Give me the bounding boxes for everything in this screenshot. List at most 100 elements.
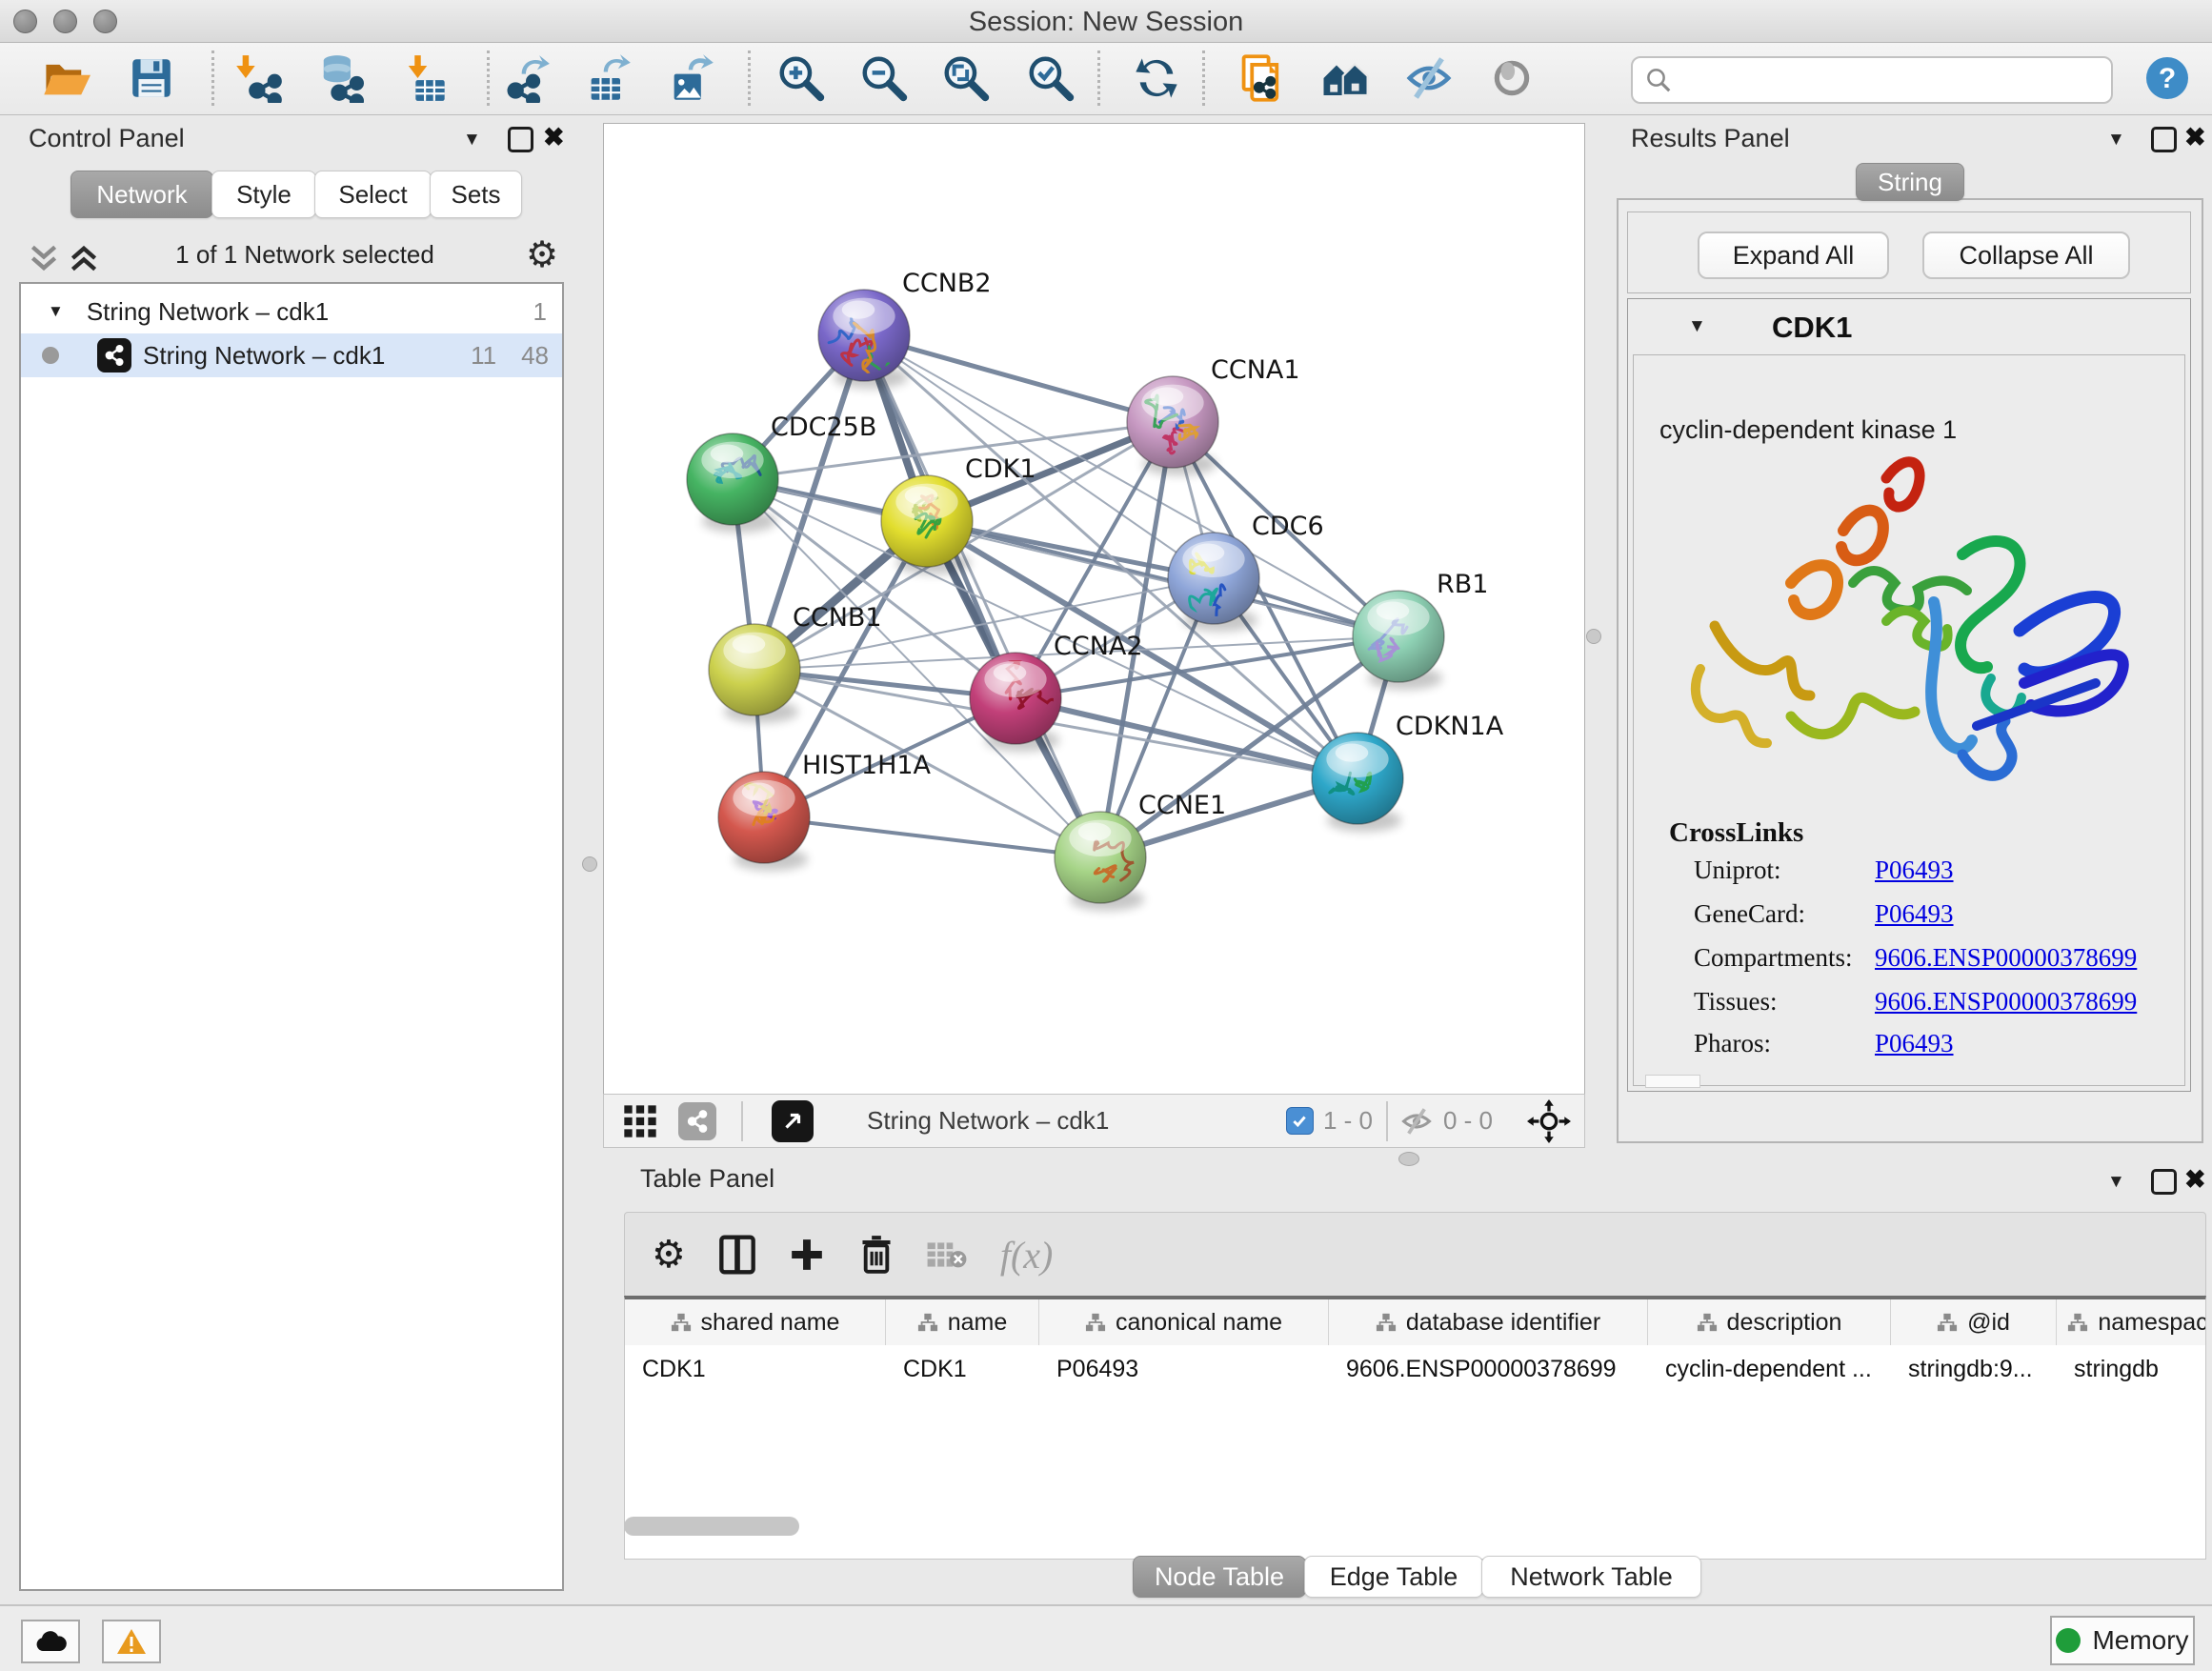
open-in-window-icon[interactable]: [772, 1100, 814, 1142]
column-header--id[interactable]: @id: [1891, 1299, 2057, 1345]
tab-network-table[interactable]: Network Table: [1481, 1556, 1701, 1598]
export-table-button[interactable]: [580, 49, 635, 108]
control-panel-close-button[interactable]: ✖: [543, 125, 565, 151]
export-network-icon: [501, 53, 551, 103]
left-splitter-handle[interactable]: [582, 856, 597, 872]
search-input[interactable]: [1680, 66, 2111, 94]
delete-table-icon-disabled: [926, 1238, 968, 1271]
network-canvas[interactable]: CCNB2CCNA1CDC25BCDK1CDC6RB1CCNB1CCNA2CDK…: [604, 124, 1583, 1094]
fit-crosshair-icon[interactable]: [1527, 1099, 1571, 1143]
expand-all-button[interactable]: Expand All: [1698, 232, 1889, 279]
birds-eye-grid-icon[interactable]: [621, 1102, 659, 1140]
gray-sphere-icon: [1488, 54, 1536, 102]
crosslink-value-link[interactable]: P06493: [1875, 1029, 1954, 1058]
import-table-button[interactable]: [396, 49, 452, 108]
crosslink-value-link[interactable]: 9606.ENSP00000378699: [1875, 987, 2137, 1017]
column-header-description[interactable]: description: [1648, 1299, 1891, 1345]
results-panel-close-button[interactable]: ✖: [2184, 125, 2206, 151]
node-HIST1H1A[interactable]: [718, 772, 810, 871]
tab-select[interactable]: Select: [314, 171, 432, 218]
warning-status-button[interactable]: [102, 1620, 161, 1663]
control-panel-menu-caret[interactable]: ▼: [463, 131, 481, 149]
network-row-selected[interactable]: String Network – cdk1 11 48: [21, 333, 562, 377]
results-tab-string[interactable]: String: [1856, 163, 1964, 201]
control-panel-float-button[interactable]: [508, 127, 533, 152]
cdk1-section-caret[interactable]: ▼: [1688, 317, 1706, 335]
zoom-out-button[interactable]: [856, 49, 912, 108]
results-panel-float-button[interactable]: [2151, 127, 2177, 152]
open-session-button[interactable]: [38, 49, 93, 108]
tab-node-table[interactable]: Node Table: [1133, 1556, 1306, 1598]
table-cell[interactable]: CDK1: [625, 1346, 885, 1392]
export-image-button[interactable]: [663, 49, 718, 108]
split-columns-icon[interactable]: [718, 1234, 756, 1276]
memory-button[interactable]: Memory: [2050, 1616, 2195, 1665]
crosslink-value-link[interactable]: P06493: [1875, 899, 1954, 929]
save-session-button[interactable]: [124, 49, 179, 108]
toolbar-search: [1631, 56, 2113, 104]
apply-layout-button[interactable]: [1129, 49, 1184, 108]
node-CDKN1A[interactable]: [1312, 733, 1403, 832]
import-network-button[interactable]: [231, 49, 287, 108]
results-scrollbar-thumb[interactable]: [1645, 1075, 1700, 1088]
tab-style[interactable]: Style: [211, 171, 316, 218]
current-network-dot-icon: [42, 347, 59, 364]
table-cell[interactable]: P06493: [1039, 1346, 1328, 1392]
node-CCNE1[interactable]: [1055, 812, 1146, 911]
node-CCNB1[interactable]: [709, 624, 800, 723]
cloud-status-button[interactable]: [21, 1620, 80, 1663]
column-header-canonical-name[interactable]: canonical name: [1039, 1299, 1329, 1345]
table-hscrollbar-thumb[interactable]: [624, 1517, 799, 1536]
collapse-all-chevrons-icon[interactable]: [27, 243, 61, 273]
bottom-splitter-handle[interactable]: [1398, 1152, 1419, 1166]
clone-network-button[interactable]: [1234, 49, 1289, 108]
column-header-name[interactable]: name: [886, 1299, 1039, 1345]
node-CDK1[interactable]: [881, 475, 973, 574]
crosslink-value-link[interactable]: 9606.ENSP00000378699: [1875, 943, 2137, 973]
help-button[interactable]: ?: [2142, 49, 2193, 108]
export-image-icon: [666, 53, 715, 103]
zoom-selected-icon: [1025, 52, 1076, 104]
table-panel-menu-caret[interactable]: ▼: [2107, 1173, 2125, 1191]
export-network-button[interactable]: [498, 49, 553, 108]
tab-sets[interactable]: Sets: [430, 171, 522, 218]
expand-all-chevrons-icon[interactable]: [67, 243, 101, 273]
zoom-in-button[interactable]: [774, 49, 829, 108]
table-cell[interactable]: cyclin-dependent ...: [1648, 1346, 1890, 1392]
show-all-panels-button[interactable]: [1317, 49, 1373, 108]
edge-CCNA2-CDKN1A[interactable]: [1016, 698, 1357, 778]
node-CDC6[interactable]: [1168, 533, 1259, 632]
right-splitter-handle[interactable]: [1586, 629, 1601, 644]
import-network-from-database-button[interactable]: [312, 49, 367, 108]
crosslink-value-link[interactable]: P06493: [1875, 856, 1954, 885]
network-collection-row[interactable]: ▼ String Network – cdk1 1: [21, 290, 562, 333]
results-panel-menu-caret[interactable]: ▼: [2107, 131, 2125, 149]
add-column-icon[interactable]: [789, 1237, 825, 1273]
network-type-icon[interactable]: [678, 1102, 716, 1140]
preview-button[interactable]: [1484, 49, 1539, 108]
table-cell[interactable]: 9606.ENSP00000378699: [1329, 1346, 1647, 1392]
table-panel-float-button[interactable]: [2151, 1169, 2177, 1195]
tab-edge-table[interactable]: Edge Table: [1304, 1556, 1483, 1598]
table-cell[interactable]: stringdb: [2057, 1346, 2206, 1392]
hide-panels-button[interactable]: [1401, 49, 1457, 108]
table-cell[interactable]: stringdb:9...: [1891, 1346, 2056, 1392]
column-header-namespac[interactable]: namespac: [2057, 1299, 2206, 1345]
network-options-gear-icon[interactable]: ⚙: [526, 233, 558, 276]
table-panel-close-button[interactable]: ✖: [2184, 1167, 2206, 1193]
collection-expand-caret[interactable]: ▼: [48, 302, 64, 321]
table-gear-icon[interactable]: ⚙: [652, 1233, 686, 1277]
zoom-fit-button[interactable]: [938, 49, 994, 108]
column-header-database-identifier[interactable]: database identifier: [1329, 1299, 1648, 1345]
node-CDC25B[interactable]: [687, 433, 778, 533]
selected-nodes-checkbox-icon[interactable]: [1286, 1107, 1314, 1135]
node-RB1[interactable]: [1353, 591, 1444, 690]
delete-column-trash-icon[interactable]: [859, 1235, 894, 1275]
collapse-all-button[interactable]: Collapse All: [1922, 232, 2130, 279]
node-CCNA1[interactable]: [1127, 376, 1218, 475]
tab-network[interactable]: Network: [70, 171, 213, 218]
column-header-shared-name[interactable]: shared name: [625, 1299, 886, 1345]
edge-HIST1H1A-CCNE1[interactable]: [764, 817, 1100, 857]
table-cell[interactable]: CDK1: [886, 1346, 1038, 1392]
zoom-selected-button[interactable]: [1023, 49, 1078, 108]
